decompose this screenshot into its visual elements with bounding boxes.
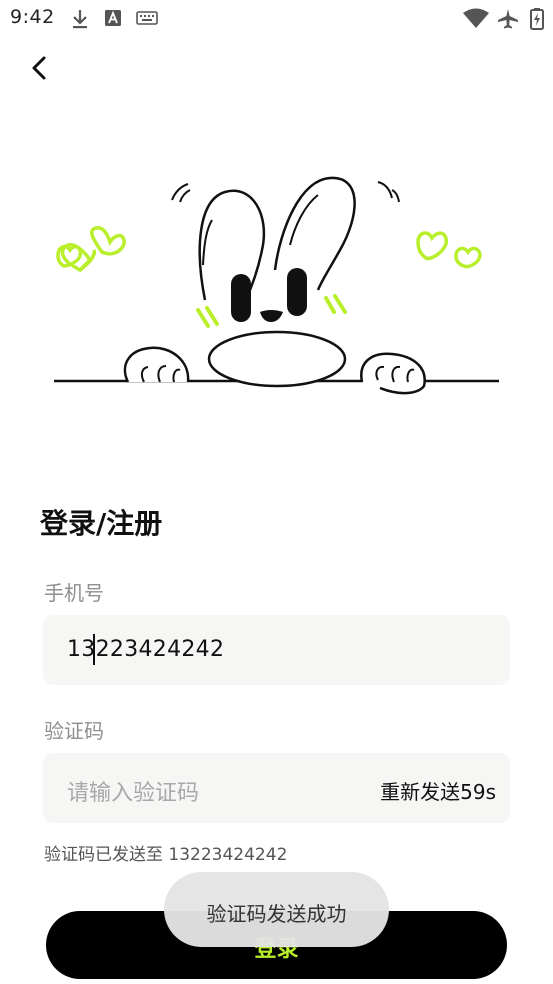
code-label: 验证码 [44, 719, 104, 743]
status-time: 9:42 [10, 6, 55, 28]
download-icon [70, 8, 90, 34]
code-placeholder: 请输入验证码 [67, 781, 200, 806]
wifi-icon [462, 8, 490, 34]
text-caret [93, 634, 95, 665]
phone-label: 手机号 [44, 581, 104, 605]
a-square-icon [104, 8, 122, 32]
airplane-icon [496, 8, 520, 34]
resend-code-button[interactable]: 重新发送59s [380, 776, 496, 805]
phone-input[interactable]: 13223424242 [43, 615, 510, 685]
battery-charging-icon [530, 8, 544, 34]
toast-message: 验证码发送成功 [206, 902, 347, 926]
status-bar: 9:42 [0, 0, 553, 38]
bunny-illustration [0, 160, 553, 420]
page-title: 登录/注册 [40, 507, 163, 540]
back-button[interactable] [22, 50, 58, 86]
code-sent-hint: 验证码已发送至 13223424242 [44, 845, 288, 865]
toast: 验证码发送成功 [164, 872, 389, 947]
code-input[interactable]: 请输入验证码 重新发送59s [43, 753, 510, 823]
phone-value: 13223424242 [67, 637, 225, 662]
chevron-left-icon [32, 56, 46, 80]
login-screen: 9:42 登录/注册 手机号 13223424242 验证码 请输入验证码 重新… [0, 0, 553, 984]
keyboard-icon [136, 8, 158, 32]
